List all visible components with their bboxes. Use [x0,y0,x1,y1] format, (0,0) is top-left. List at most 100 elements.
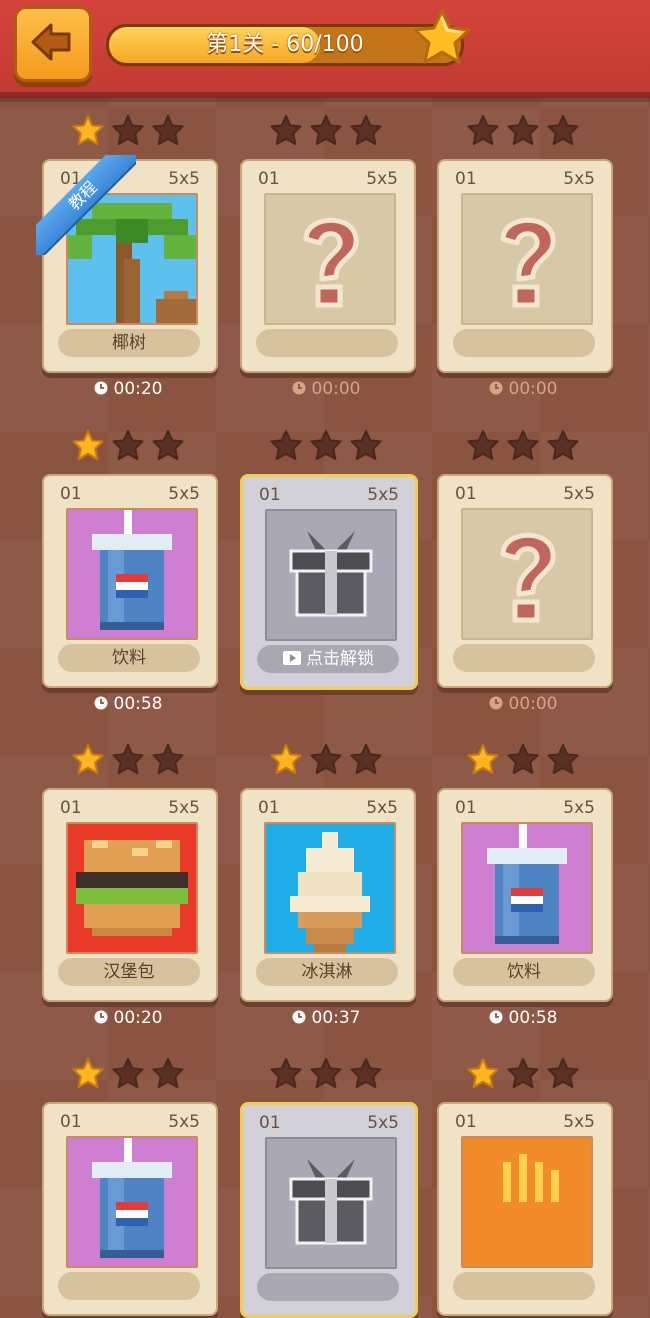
level-name: 汉堡包 [58,958,200,986]
star-empty-icon [350,115,382,145]
level-name [453,644,595,672]
star-filled-icon [270,744,302,774]
clock-icon [94,1010,107,1024]
question-mark-icon [500,532,556,623]
star-empty-icon [547,744,579,774]
level-card[interactable]: 01 5x5 饮料 [437,788,613,1002]
level-card[interactable]: 01 5x5 [42,1102,218,1316]
level-stars [270,744,382,778]
level-thumbnail [461,822,593,954]
best-time: 00:00 [437,692,609,716]
level-name: 饮料 [453,958,595,986]
level-progress-bar: 第1关 - 60/100 [106,24,464,66]
level-stars [467,430,579,464]
star-empty-icon [270,1058,302,1088]
level-card[interactable]: 01 5x5 [437,159,613,373]
level-number: 01 [60,798,82,818]
level-thumbnail [461,508,593,640]
level-number: 01 [455,484,477,504]
star-empty-icon [112,744,144,774]
grid-size: 5x5 [168,798,200,818]
top-bar: 第1关 - 60/100 [0,0,650,98]
star-filled-icon [413,9,471,64]
grid-size: 5x5 [563,484,595,504]
star-empty-icon [547,430,579,460]
level-stars [270,1058,382,1092]
star-empty-icon [467,430,499,460]
level-card[interactable]: 01 5x5 [240,159,416,373]
level-number: 01 [259,1113,281,1133]
level-stars [72,744,184,778]
grid-size: 5x5 [563,798,595,818]
star-empty-icon [467,115,499,145]
best-time: 00:20 [42,1006,214,1030]
star-empty-icon [152,115,184,145]
level-card[interactable]: 01 5x5 冰淇淋 [240,788,416,1002]
clock-icon [94,696,107,710]
star-empty-icon [152,430,184,460]
star-empty-icon [350,430,382,460]
level-stars [72,1058,184,1092]
question-mark-icon [303,217,359,308]
level-title: 第1关 - 60/100 [206,32,364,57]
gift-icon [289,1159,373,1245]
level-name [257,1273,399,1301]
star-empty-icon [112,430,144,460]
star-empty-icon [507,430,539,460]
star-empty-icon [507,115,539,145]
level-number: 01 [60,484,82,504]
level-name [453,329,595,357]
clock-icon [292,381,305,395]
grid-size: 5x5 [563,169,595,189]
star-empty-icon [152,1058,184,1088]
level-thumbnail [265,509,397,641]
star-empty-icon [310,430,342,460]
level-thumbnail [461,193,593,325]
star-empty-icon [112,1058,144,1088]
level-card[interactable]: 01 5x5 椰树 教程 [36,155,218,373]
level-card[interactable]: 01 5x5 [240,1102,418,1318]
level-card[interactable]: 01 5x5 [437,1102,613,1316]
level-thumbnail [66,508,198,640]
star-empty-icon [350,1058,382,1088]
star-empty-icon [507,744,539,774]
grid-size: 5x5 [366,798,398,818]
clock-icon [292,1010,305,1024]
star-empty-icon [547,1058,579,1088]
best-time: 00:58 [437,1006,609,1030]
level-stars [467,115,579,149]
best-time: 00:20 [42,377,214,401]
level-thumbnail [264,193,396,325]
grid-size: 5x5 [168,169,200,189]
star-empty-icon [350,744,382,774]
grid-size: 5x5 [168,1112,200,1132]
level-card[interactable]: 01 5x5 汉堡包 [42,788,218,1002]
grid-size: 5x5 [168,484,200,504]
level-stars [467,744,579,778]
level-card[interactable]: 01 5x5 [437,474,613,688]
level-name: 点击解锁 [257,645,399,673]
star-empty-icon [152,744,184,774]
back-button[interactable] [14,6,92,82]
grid-size: 5x5 [367,485,399,505]
level-name: 冰淇淋 [256,958,398,986]
level-name [58,1272,200,1300]
level-card[interactable]: 01 5x5 点击解锁 [240,474,418,690]
star-empty-icon [310,744,342,774]
clock-icon [489,696,502,710]
star-empty-icon [310,1058,342,1088]
level-name: 椰树 [58,329,200,357]
best-time: 00:58 [42,692,214,716]
star-filled-icon [72,1058,104,1088]
star-empty-icon [547,115,579,145]
level-stars [72,115,184,149]
gift-icon [289,531,373,617]
best-time: 00:00 [240,377,412,401]
best-time: 00:37 [240,1006,412,1030]
grid-size: 5x5 [366,169,398,189]
clock-icon [94,381,107,395]
clock-icon [489,381,502,395]
level-number: 01 [258,169,280,189]
level-thumbnail [265,1137,397,1269]
level-card[interactable]: 01 5x5 饮料 [42,474,218,688]
